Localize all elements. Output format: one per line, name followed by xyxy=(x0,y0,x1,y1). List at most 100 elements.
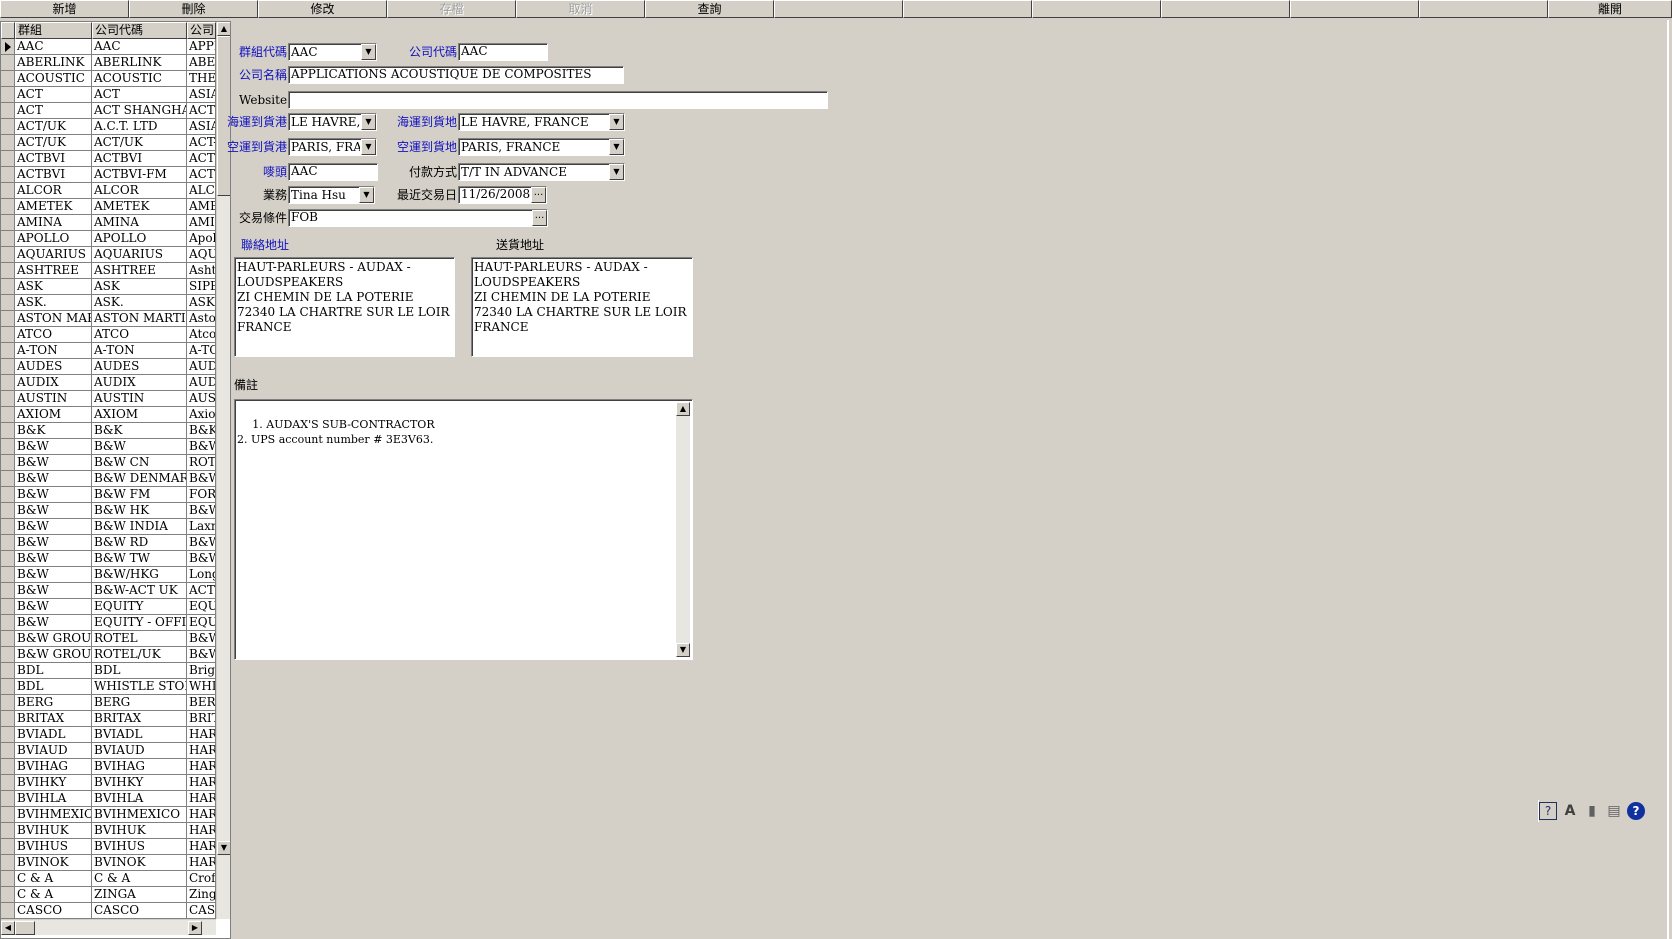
row-indicator[interactable] xyxy=(1,279,15,295)
ellipsis-icon[interactable]: ... xyxy=(532,210,547,226)
cell-company[interactable]: HARI xyxy=(187,775,216,791)
table-row[interactable]: BVIHAGBVIHAGHARI xyxy=(1,759,216,775)
cell-company-code[interactable]: BVINOK xyxy=(92,855,187,871)
company-name-input[interactable]: APPLICATIONS ACOUSTIQUE DE COMPOSITES xyxy=(288,66,624,84)
cell-group[interactable]: ACOUSTIC xyxy=(15,71,92,87)
table-row[interactable]: ACTBVI ACTBVI-FM ACT xyxy=(1,167,216,183)
table-row[interactable]: AQUARIUSAQUARIUSAQU. xyxy=(1,247,216,263)
row-indicator[interactable] xyxy=(1,807,15,823)
chevron-down-icon[interactable]: ▼ xyxy=(609,114,624,130)
row-indicator[interactable] xyxy=(1,295,15,311)
cell-company-code[interactable]: APOLLO xyxy=(92,231,187,247)
cell-company-code[interactable]: B&W/HKG xyxy=(92,567,187,583)
cell-group[interactable]: ACTBVI xyxy=(15,151,92,167)
cell-company-code[interactable]: EQUITY - OFFICE xyxy=(92,615,187,631)
cell-company-code[interactable]: AUDIX xyxy=(92,375,187,391)
cell-group[interactable]: B&W xyxy=(15,519,92,535)
row-indicator[interactable] xyxy=(1,679,15,695)
scroll-up-icon[interactable]: ▲ xyxy=(217,22,230,36)
mark-input[interactable]: AAC xyxy=(288,163,378,181)
cell-company-code[interactable]: ATCO xyxy=(92,327,187,343)
cell-company-code[interactable]: CASCO xyxy=(92,903,187,919)
row-indicator[interactable] xyxy=(1,791,15,807)
grid-horizontal-scroll-thumb[interactable] xyxy=(15,921,35,935)
toolbar-button-7[interactable] xyxy=(774,0,903,18)
row-indicator[interactable] xyxy=(1,167,15,183)
cell-group[interactable]: ACT xyxy=(15,87,92,103)
cell-company[interactable]: FORI xyxy=(187,487,216,503)
row-indicator[interactable] xyxy=(1,311,15,327)
table-row[interactable]: ASK. ASK. ASK xyxy=(1,295,216,311)
cell-company[interactable]: HARI xyxy=(187,807,216,823)
table-row[interactable]: ACOUSTIC ACOUSTIC THE xyxy=(1,71,216,87)
cell-group[interactable]: BVIHUK xyxy=(15,823,92,839)
save-button[interactable]: 存檔 xyxy=(387,0,516,18)
toolbar-button-11[interactable] xyxy=(1290,0,1419,18)
table-row[interactable]: B&W B&W-ACT UK ACT xyxy=(1,583,216,599)
table-row[interactable]: B&WB&W RDB&W xyxy=(1,535,216,551)
cell-company-code[interactable]: ACTBVI xyxy=(92,151,187,167)
cell-group[interactable]: ATCO xyxy=(15,327,92,343)
cell-group[interactable]: B&W xyxy=(15,439,92,455)
cell-company[interactable]: AMIN xyxy=(187,215,216,231)
cell-company[interactable]: B&K xyxy=(187,423,216,439)
row-indicator[interactable] xyxy=(1,439,15,455)
cell-company-code[interactable]: BVIHUS xyxy=(92,839,187,855)
row-indicator[interactable] xyxy=(1,759,15,775)
cell-company[interactable]: ACT xyxy=(187,167,216,183)
row-indicator[interactable] xyxy=(1,583,15,599)
table-row[interactable]: C & AC & ACroft xyxy=(1,871,216,887)
notes-scrollbar[interactable]: ▲ ▼ xyxy=(676,402,690,657)
shipping-address-textarea[interactable]: HAUT-PARLEURS - AUDAX - LOUDSPEAKERS ZI … xyxy=(471,257,693,357)
table-row[interactable]: ACT ACT SHANGHAI ACT xyxy=(1,103,216,119)
cell-company-code[interactable]: C & A xyxy=(92,871,187,887)
cell-group[interactable]: B&W xyxy=(15,615,92,631)
cell-group[interactable]: AXIOM xyxy=(15,407,92,423)
company-code-input[interactable]: AAC xyxy=(458,43,548,61)
cell-company[interactable]: HARI xyxy=(187,855,216,871)
row-indicator[interactable] xyxy=(1,455,15,471)
row-indicator[interactable] xyxy=(1,151,15,167)
table-row[interactable]: BVIHLABVIHLAHARI xyxy=(1,791,216,807)
row-indicator[interactable] xyxy=(1,887,15,903)
cell-group[interactable]: ASHTREE xyxy=(15,263,92,279)
scroll-left-icon[interactable]: ◀ xyxy=(1,921,15,935)
table-row[interactable]: B&WB&W HKB&W xyxy=(1,503,216,519)
row-indicator[interactable] xyxy=(1,247,15,263)
cell-company[interactable]: THE xyxy=(187,71,216,87)
cell-company[interactable]: ACT xyxy=(187,103,216,119)
cell-company-code[interactable]: ASHTREE xyxy=(92,263,187,279)
cell-company-code[interactable]: BVIHMEXICO xyxy=(92,807,187,823)
table-row[interactable]: BDLBDLBrigh xyxy=(1,663,216,679)
row-indicator[interactable] xyxy=(1,839,15,855)
cell-company-code[interactable]: B&W DENMARK xyxy=(92,471,187,487)
row-indicator[interactable] xyxy=(1,599,15,615)
grid-header-company-code[interactable]: 公司代碼 xyxy=(92,22,187,39)
cell-company-code[interactable]: ROTEL xyxy=(92,631,187,647)
row-indicator[interactable] xyxy=(1,567,15,583)
cell-group[interactable]: BVINOK xyxy=(15,855,92,871)
row-indicator[interactable] xyxy=(1,551,15,567)
cell-company-code[interactable]: AMINA xyxy=(92,215,187,231)
row-indicator[interactable] xyxy=(1,631,15,647)
table-row[interactable]: ACTBVIACTBVIACTI xyxy=(1,151,216,167)
table-row[interactable]: BVIHKYBVIHKYHARI xyxy=(1,775,216,791)
cell-group[interactable]: ACT/UK xyxy=(15,135,92,151)
cell-group[interactable]: C & A xyxy=(15,887,92,903)
cell-company-code[interactable]: ASTON MARTIN xyxy=(92,311,187,327)
cell-company[interactable]: AUDI xyxy=(187,359,216,375)
cell-group[interactable]: ABERLINK xyxy=(15,55,92,71)
sea-dest-combo[interactable]: LE HAVRE, FRANCE ▼ xyxy=(458,113,625,131)
cell-company-code[interactable]: ZINGA xyxy=(92,887,187,903)
cell-group[interactable]: BVIHAG xyxy=(15,759,92,775)
table-row[interactable]: BRITAXBRITAXBRIT xyxy=(1,711,216,727)
toolbar-button-12[interactable] xyxy=(1419,0,1548,18)
row-indicator[interactable] xyxy=(1,695,15,711)
table-row[interactable]: BVIAUDBVIAUDHARI xyxy=(1,743,216,759)
cell-company-code[interactable]: WHISTLE STOP xyxy=(92,679,187,695)
row-indicator[interactable] xyxy=(1,519,15,535)
cell-company-code[interactable]: B&K xyxy=(92,423,187,439)
cell-company[interactable]: Laxm xyxy=(187,519,216,535)
cell-group[interactable]: ACT xyxy=(15,103,92,119)
cell-company[interactable]: B&W xyxy=(187,551,216,567)
